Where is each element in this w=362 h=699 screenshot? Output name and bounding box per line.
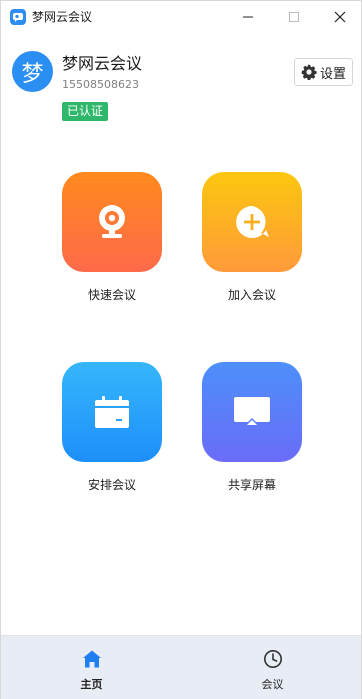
quick-meeting-label: 快速会议 — [87, 288, 136, 302]
app-window: 梦网云会议 梦 梦网云会议 15508508623 已认证 设置 快速会议 加入… — [0, 0, 362, 699]
gear-icon — [301, 64, 317, 80]
share-screen-tile[interactable]: 共享屏幕 — [202, 362, 302, 492]
quick-meeting-button[interactable] — [62, 172, 162, 272]
nav-meeting-label: 会议 — [261, 678, 284, 691]
share-screen-label: 共享屏幕 — [227, 478, 276, 492]
calendar-icon — [95, 396, 129, 428]
avatar[interactable]: 梦 — [12, 51, 53, 92]
title-bar: 梦网云会议 — [1, 1, 361, 33]
join-meeting-button[interactable] — [202, 172, 302, 272]
camera-icon — [99, 205, 125, 238]
schedule-meeting-label: 安排会议 — [87, 478, 136, 492]
quick-meeting-tile[interactable]: 快速会议 — [62, 172, 162, 302]
screen-share-icon — [234, 397, 270, 425]
user-phone: 15508508623 — [62, 78, 139, 91]
share-screen-button[interactable] — [202, 362, 302, 462]
home-icon — [81, 648, 103, 670]
nav-meeting-tab[interactable]: 会议 — [182, 636, 362, 699]
close-button[interactable] — [317, 1, 362, 33]
app-logo-icon — [10, 9, 26, 25]
minimize-button[interactable] — [225, 1, 271, 33]
schedule-meeting-tile[interactable]: 安排会议 — [62, 362, 162, 492]
nav-home-tab[interactable]: 主页 — [1, 636, 182, 699]
settings-button[interactable]: 设置 — [294, 58, 353, 86]
clock-icon — [262, 648, 284, 670]
bottom-nav: 主页 会议 — [1, 635, 361, 699]
window-title: 梦网云会议 — [32, 10, 93, 24]
settings-label: 设置 — [320, 66, 347, 82]
schedule-meeting-button[interactable] — [62, 362, 162, 462]
user-name: 梦网云会议 — [62, 54, 143, 73]
plus-chat-icon — [236, 206, 269, 238]
nav-home-label: 主页 — [80, 678, 103, 691]
verified-badge: 已认证 — [62, 102, 109, 121]
join-meeting-tile[interactable]: 加入会议 — [202, 172, 302, 302]
join-meeting-label: 加入会议 — [227, 288, 276, 302]
maximize-button[interactable] — [271, 1, 317, 33]
